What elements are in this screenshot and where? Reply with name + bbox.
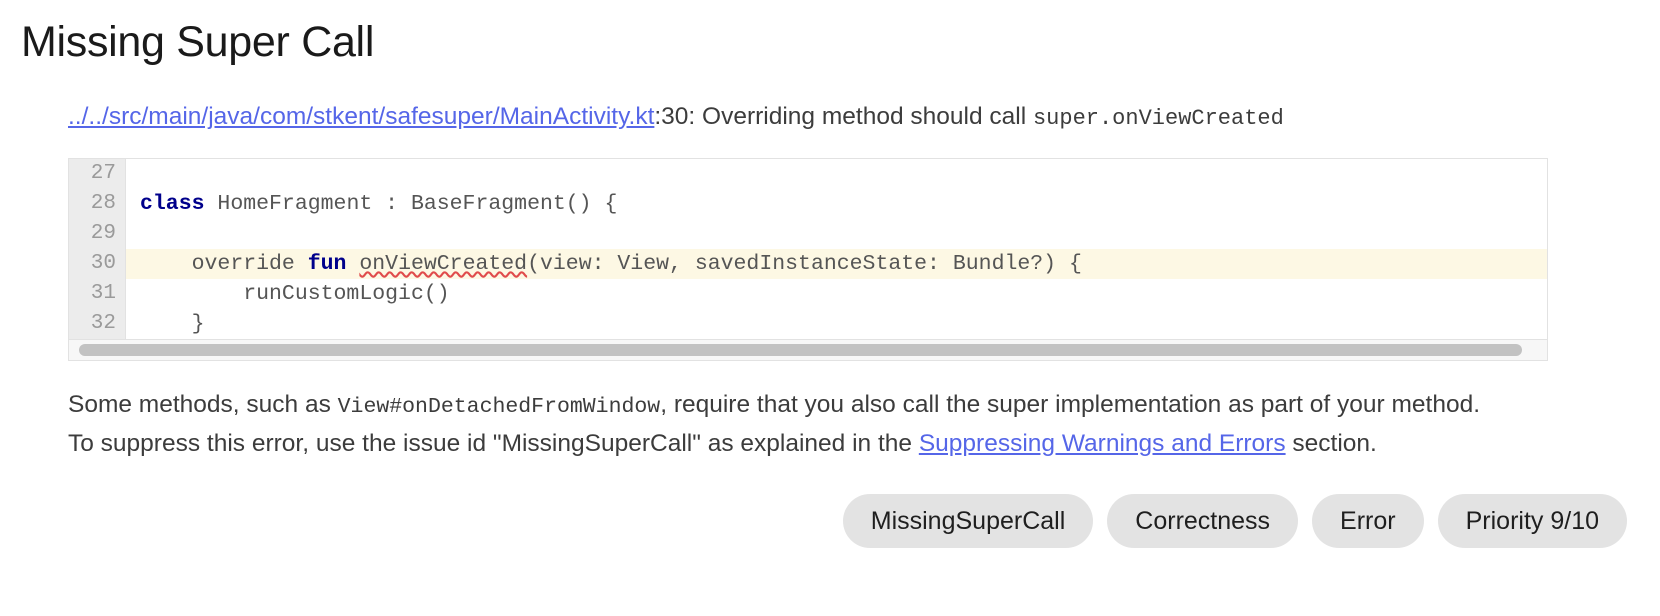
issue-description: Some methods, such as View#onDetachedFro… xyxy=(68,387,1628,425)
badge-issue-id[interactable]: MissingSuperCall xyxy=(842,494,1094,548)
code-line-31: runCustomLogic() xyxy=(126,279,1547,309)
line-number: 27 xyxy=(90,162,116,185)
issue-description-part1: Some methods, such as xyxy=(68,391,338,418)
badge-category[interactable]: Correctness xyxy=(1107,494,1299,548)
issue-description-part2: , require that you also call the super i… xyxy=(660,391,1481,418)
issue-location: ../../src/main/java/com/stkent/safesuper… xyxy=(68,100,1628,136)
code-lines: class HomeFragment : BaseFragment() { ov… xyxy=(125,159,1547,339)
code-snippet-card: 27 28 29 30 31 32 class HomeFragment : B… xyxy=(68,158,1548,361)
code-gutter: 27 28 29 30 31 32 xyxy=(69,159,126,339)
code-line-text: runCustomLogic() xyxy=(140,282,450,306)
code-line-28: class HomeFragment : BaseFragment() { xyxy=(126,189,1547,219)
code-error-squiggle: onViewCreated xyxy=(359,252,528,276)
code-line-text: (view: View, savedInstanceState: Bundle?… xyxy=(527,252,1082,276)
horizontal-scrollbar[interactable] xyxy=(69,340,1547,360)
page-title: Missing Super Call xyxy=(21,18,375,66)
badge-severity[interactable]: Error xyxy=(1312,494,1424,548)
code-snippet-table: 27 28 29 30 31 32 class HomeFragment : B… xyxy=(69,159,1547,339)
line-number: 32 xyxy=(90,312,116,335)
line-number: 29 xyxy=(90,222,116,245)
issue-suppress-part1: To suppress this error, use the issue id… xyxy=(68,430,919,457)
suppressing-warnings-link[interactable]: Suppressing Warnings and Errors xyxy=(919,430,1286,457)
issue-badge-row: MissingSuperCall Correctness Error Prior… xyxy=(842,494,1627,548)
line-number: 28 xyxy=(90,192,116,215)
issue-suppress-part2: section. xyxy=(1285,430,1377,457)
code-keyword: fun xyxy=(307,252,347,276)
badge-priority[interactable]: Priority 9/10 xyxy=(1437,494,1627,548)
code-line-text: } xyxy=(140,312,205,336)
issue-description-code: View#onDetachedFromWindow xyxy=(337,395,661,419)
issue-method-code: super.onViewCreated xyxy=(1032,106,1284,131)
line-number: 30 xyxy=(90,252,116,275)
issue-body: ../../src/main/java/com/stkent/safesuper… xyxy=(68,100,1628,461)
issue-location-suffix: :30: Overriding method should call xyxy=(654,103,1033,130)
code-line-text: HomeFragment : BaseFragment() { xyxy=(204,192,618,216)
code-keyword: class xyxy=(140,192,205,216)
code-line-32: } xyxy=(126,309,1547,339)
line-number: 31 xyxy=(90,282,116,305)
code-line-30: override fun onViewCreated(view: View, s… xyxy=(126,249,1547,279)
source-file-link[interactable]: ../../src/main/java/com/stkent/safesuper… xyxy=(68,103,654,130)
scrollbar-thumb[interactable] xyxy=(79,344,1523,356)
code-snippet-scroll-area[interactable]: 27 28 29 30 31 32 class HomeFragment : B… xyxy=(69,159,1547,340)
lint-report-page: Missing Super Call ../../src/main/java/c… xyxy=(0,0,1660,616)
code-row: 27 28 29 30 31 32 class HomeFragment : B… xyxy=(69,159,1547,339)
issue-suppress-note: To suppress this error, use the issue id… xyxy=(68,426,1628,461)
code-line-text: override xyxy=(140,252,308,276)
